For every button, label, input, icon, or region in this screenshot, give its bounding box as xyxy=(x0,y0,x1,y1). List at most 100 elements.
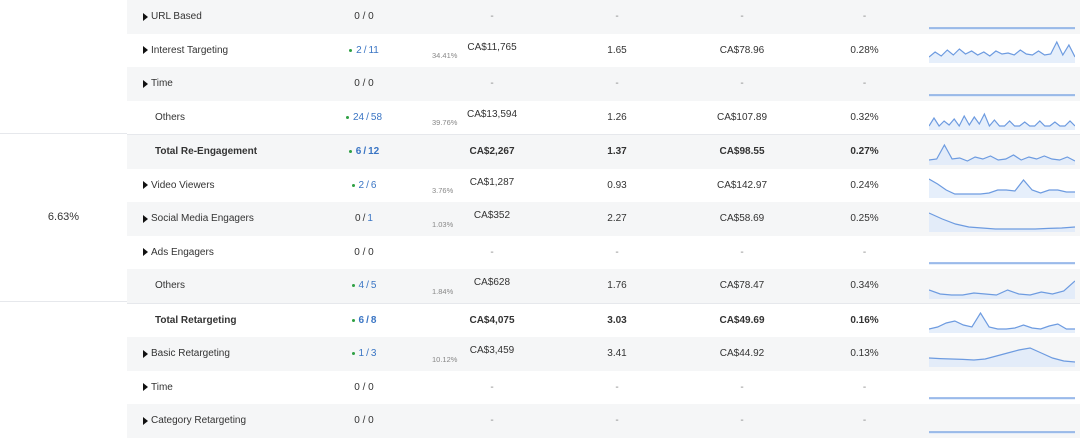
sparkline-svg xyxy=(929,262,1075,266)
active-count-cell: 1/3 xyxy=(333,337,395,371)
cpm-value: - xyxy=(740,415,744,427)
active-count: 0 / 0 xyxy=(354,11,374,23)
spend-value: - xyxy=(490,78,494,90)
sparkline-svg xyxy=(929,143,1075,165)
expand-triangle-icon[interactable] xyxy=(143,214,148,223)
active-count-cell: 0 / 0 xyxy=(333,0,395,34)
row-label-cell: Total Re-Engagement xyxy=(155,135,257,169)
frequency-value: 3.03 xyxy=(607,314,627,326)
expand-triangle-icon[interactable] xyxy=(143,248,148,257)
trend-sparkline xyxy=(929,304,1075,338)
ctr-value: - xyxy=(862,381,867,393)
expand-triangle-icon[interactable] xyxy=(143,46,148,55)
active-count-cell: 0 / 0 xyxy=(333,236,395,270)
row-label: Time xyxy=(151,381,173,393)
row-label-cell: Others xyxy=(155,101,185,135)
active-count-denominator[interactable]: 5 xyxy=(371,280,377,291)
sparkline-area xyxy=(929,144,1075,165)
spend-value: - xyxy=(490,11,494,23)
row-label-cell[interactable]: Ads Engagers xyxy=(143,236,214,270)
spend-share: 1.03% xyxy=(432,219,454,229)
table-row[interactable]: Basic Retargeting 1/3 10.12% CA$3,459 3.41 CA… xyxy=(127,337,1080,371)
active-count-denominator[interactable]: 8 xyxy=(371,315,377,326)
trend-sparkline xyxy=(929,135,1075,169)
row-label: Ads Engagers xyxy=(151,246,214,258)
active-count-cell: 6/12 xyxy=(333,135,395,169)
expand-triangle-icon[interactable] xyxy=(143,181,148,190)
sparkline-line xyxy=(929,280,1075,296)
active-count-numerator[interactable]: 24 xyxy=(353,112,364,123)
sparkline-svg xyxy=(929,178,1075,199)
table-row[interactable]: Social Media Engagers 0/1 1.03% CA$352 2.27 C… xyxy=(127,202,1080,236)
ctr-value: - xyxy=(862,78,867,90)
cpm-value: CA$44.92 xyxy=(719,348,765,360)
ctr-value: 0.13% xyxy=(850,348,879,360)
active-count-cell: 6/8 xyxy=(333,304,395,338)
spend-value: - xyxy=(490,381,494,393)
row-label: Social Media Engagers xyxy=(151,213,254,225)
sparkline-svg xyxy=(929,94,1075,97)
active-count-denominator[interactable]: 6 xyxy=(371,180,377,191)
row-label-cell[interactable]: URL Based xyxy=(143,0,202,34)
sparkline-svg xyxy=(929,431,1075,434)
frequency-value: 1.26 xyxy=(607,111,627,123)
expand-triangle-icon[interactable] xyxy=(143,349,148,358)
row-label: Time xyxy=(151,78,173,90)
active-count: 0 / 0 xyxy=(354,246,374,258)
active-count-denominator[interactable]: 3 xyxy=(371,348,377,359)
table-row[interactable]: URL Based 0 / 0 - - - - xyxy=(127,0,1080,34)
table-row[interactable]: Category Retargeting 0 / 0 - - - - xyxy=(127,404,1080,438)
active-status-dot-icon xyxy=(349,48,353,52)
expand-triangle-icon[interactable] xyxy=(143,416,148,425)
active-count: 0 / 0 xyxy=(354,381,374,393)
row-label-cell[interactable]: Time xyxy=(143,371,173,405)
expand-triangle-icon[interactable] xyxy=(143,12,148,21)
sparkline-svg xyxy=(929,397,1075,401)
cpm-value: - xyxy=(740,381,744,393)
active-status-dot-icon xyxy=(351,183,355,187)
active-count-cell: 24/58 xyxy=(333,101,395,135)
sparkline-area xyxy=(929,280,1075,299)
row-label-cell[interactable]: Interest Targeting xyxy=(143,34,228,68)
table-row[interactable]: Time 0 / 0 - - - - xyxy=(127,371,1080,405)
frequency-value: 0.93 xyxy=(607,179,627,191)
active-count-denominator[interactable]: 11 xyxy=(368,45,378,56)
table-row[interactable]: Interest Targeting 2/11 34.41% CA$11,765 1.6… xyxy=(127,34,1080,68)
spend-share: 34.41% xyxy=(432,51,458,60)
sparkline-svg xyxy=(929,212,1075,232)
active-count-denominator[interactable]: 1 xyxy=(367,213,373,224)
row-label: Video Viewers xyxy=(151,179,215,191)
table-row[interactable]: Total Retargeting 6/8 CA$4,075 3.03 CA$49.69… xyxy=(127,302,1080,338)
frequency-value: 2.27 xyxy=(607,213,627,225)
active-count-denominator[interactable]: 12 xyxy=(368,146,379,157)
row-label-cell[interactable]: Basic Retargeting xyxy=(143,337,230,371)
row-label: Others xyxy=(155,111,186,123)
trend-sparkline xyxy=(929,101,1075,135)
row-label-cell[interactable]: Category Retargeting xyxy=(143,404,246,438)
active-status-dot-icon xyxy=(348,150,352,154)
table-row[interactable]: Time 0 / 0 - - - - xyxy=(127,67,1080,101)
table-row[interactable]: Total Re-Engagement 6/12 CA$2,267 1.37 CA$98… xyxy=(127,134,1080,169)
row-label-cell[interactable]: Social Media Engagers xyxy=(143,202,254,236)
trend-sparkline xyxy=(929,169,1075,203)
table-row[interactable]: Others 4/5 1.84% CA$628 1.76 CA$78.47 0.34% xyxy=(127,269,1080,303)
sparkline-svg xyxy=(929,40,1075,64)
table-row[interactable]: Video Viewers 2/6 3.76% CA$1,287 0.93 CA$142.… xyxy=(127,169,1080,203)
count-separator: / xyxy=(366,179,369,191)
cpm-value: CA$142.97 xyxy=(716,179,768,191)
active-count-denominator[interactable]: 58 xyxy=(371,112,382,123)
frequency-value: - xyxy=(615,246,619,258)
frequency-value: 1.37 xyxy=(607,146,627,158)
table-row[interactable]: Others 24/58 39.76% CA$13,594 1.26 CA$107.89 0… xyxy=(127,101,1080,135)
row-label-cell[interactable]: Time xyxy=(143,67,173,101)
spend-value: - xyxy=(490,415,494,427)
row-label-cell[interactable]: Video Viewers xyxy=(143,169,215,203)
expand-triangle-icon[interactable] xyxy=(143,383,148,392)
spend-value: - xyxy=(490,246,494,258)
table-row[interactable]: Ads Engagers 0 / 0 - - - - xyxy=(127,236,1080,270)
active-count-cell: 0 / 0 xyxy=(333,67,395,101)
expand-triangle-icon[interactable] xyxy=(143,79,148,88)
sparkline-area xyxy=(929,347,1075,367)
trend-sparkline xyxy=(929,236,1075,270)
row-label: Category Retargeting xyxy=(151,415,247,427)
